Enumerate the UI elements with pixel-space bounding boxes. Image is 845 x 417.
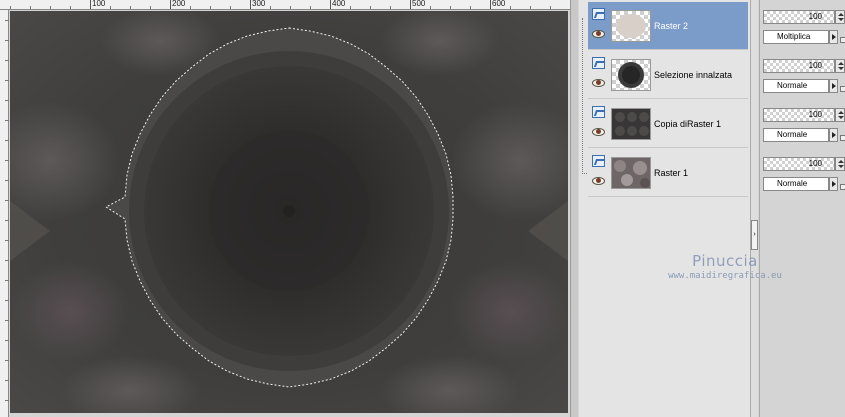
layer-tree-line [582,18,583,174]
opacity-value: 100 [808,110,822,119]
ruler-label: 500 [412,0,426,8]
layer-row-selezione-innalzata[interactable]: Selezione innalzata [588,51,748,99]
layer-properties-panel: 100 Moltiplica 100 Normale 100 Normale 1… [759,0,845,417]
blend-mode-select[interactable]: Normale [763,128,829,142]
layer-thumbnail [611,59,651,91]
ruler-label: 600 [492,0,506,8]
opacity-spinner[interactable] [835,108,845,122]
lock-transparency-toggle[interactable] [840,86,845,92]
ruler-label: 100 [92,0,106,8]
layer-row-copia-diraster-1[interactable]: Copia diRaster 1 [588,100,748,148]
horizontal-ruler: 100 200 300 400 500 600 [0,0,570,10]
blend-mode-arrow-icon[interactable] [829,79,838,93]
visibility-eye-icon[interactable] [592,177,605,185]
opacity-spinner[interactable] [835,59,845,73]
lock-transparency-toggle[interactable] [840,37,845,43]
opacity-field[interactable]: 100 [763,108,835,122]
ruler-label: 300 [252,0,266,8]
ruler-label: 200 [172,0,186,8]
visibility-eye-icon[interactable] [592,128,605,136]
layer-name: Raster 1 [654,168,689,178]
lock-transparency-toggle[interactable] [840,184,845,190]
opacity-value: 100 [808,159,822,168]
blend-mode-select[interactable]: Moltiplica [763,30,829,44]
opacity-value: 100 [808,12,822,21]
vertical-ruler [0,10,9,417]
opacity-field[interactable]: 100 [763,10,835,24]
blend-mode-select[interactable]: Normale [763,79,829,93]
canvas-scrollbar[interactable] [570,0,578,417]
layer-properties-selezione-innalzata: 100 Normale [763,51,845,99]
layers-scrollbar[interactable]: › [750,0,758,417]
opacity-value: 100 [808,61,822,70]
visibility-eye-icon[interactable] [592,30,605,38]
blend-mode-arrow-icon[interactable] [829,128,838,142]
layer-name: Raster 2 [654,21,689,31]
canvas-image [10,11,568,413]
raster-layer-icon [592,106,605,118]
lock-transparency-toggle[interactable] [840,135,845,141]
layer-thumbnail [611,108,651,140]
layer-tree-line-end [582,173,587,174]
blend-mode-arrow-icon[interactable] [829,30,838,44]
expand-arrow-icon[interactable]: › [751,220,758,250]
raster-layer-icon [592,155,605,167]
blend-mode-select[interactable]: Normale [763,177,829,191]
opacity-field[interactable]: 100 [763,59,835,73]
layer-row-raster-2[interactable]: Raster 2 [588,2,748,50]
layers-panel: Raster 2 Selezione innalzata Copia diRas… [579,0,758,417]
layer-row-raster-1[interactable]: Raster 1 [588,149,748,197]
layer-thumbnail [611,157,651,189]
blend-mode-arrow-icon[interactable] [829,177,838,191]
layer-thumbnail [611,10,651,42]
layer-properties-copia-diraster-1: 100 Normale [763,100,845,148]
visibility-eye-icon[interactable] [592,79,605,87]
ruler-label: 400 [332,0,346,8]
opacity-field[interactable]: 100 [763,157,835,171]
raster-layer-icon [592,57,605,69]
layer-properties-raster-2: 100 Moltiplica [763,2,845,50]
image-canvas[interactable] [10,11,568,413]
opacity-spinner[interactable] [835,10,845,24]
layer-name: Copia diRaster 1 [654,119,722,129]
layer-properties-raster-1: 100 Normale [763,149,845,197]
opacity-spinner[interactable] [835,157,845,171]
raster-layer-icon [592,8,605,20]
layer-name: Selezione innalzata [654,70,733,80]
